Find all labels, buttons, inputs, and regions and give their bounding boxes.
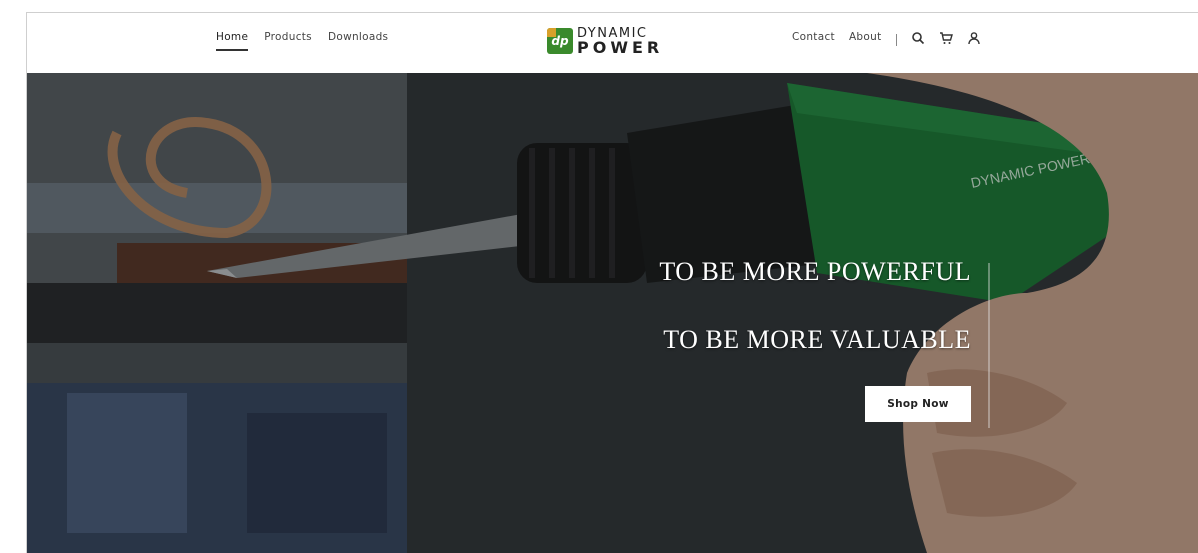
- nav-contact-link[interactable]: Contact: [792, 31, 835, 49]
- primary-nav: Home Products Downloads: [216, 31, 388, 51]
- hero-headline-1: TO BE MORE POWERFUL: [659, 257, 971, 286]
- shop-now-button[interactable]: Shop Now: [865, 386, 971, 422]
- search-icon[interactable]: [911, 31, 925, 45]
- nav-divider: [895, 34, 897, 46]
- site-logo[interactable]: dp DYNAMIC POWER: [547, 23, 663, 59]
- logo-bottom-text: POWER: [577, 37, 664, 57]
- user-icon[interactable]: [967, 31, 981, 45]
- nav-products-link[interactable]: Products: [264, 31, 312, 51]
- nav-about-link[interactable]: About: [849, 31, 882, 49]
- page-frame: Home Products Downloads dp DYNAMIC POWER…: [26, 12, 1198, 553]
- logo-text: DYNAMIC POWER: [577, 27, 663, 56]
- site-header: Home Products Downloads dp DYNAMIC POWER…: [27, 13, 1198, 74]
- hero-image: DYNAMIC POWER: [27, 73, 1198, 553]
- hero-banner: DYNAMIC POWER TO BE MORE POWERFUL TO BE …: [27, 73, 1198, 553]
- logo-mark: dp: [547, 28, 573, 54]
- nav-home-link[interactable]: Home: [216, 31, 249, 51]
- nav-downloads-link[interactable]: Downloads: [328, 31, 388, 51]
- cart-icon[interactable]: [939, 31, 953, 45]
- secondary-nav: Contact About: [792, 31, 981, 49]
- hero-headline-2: TO BE MORE VALUABLE: [663, 325, 971, 354]
